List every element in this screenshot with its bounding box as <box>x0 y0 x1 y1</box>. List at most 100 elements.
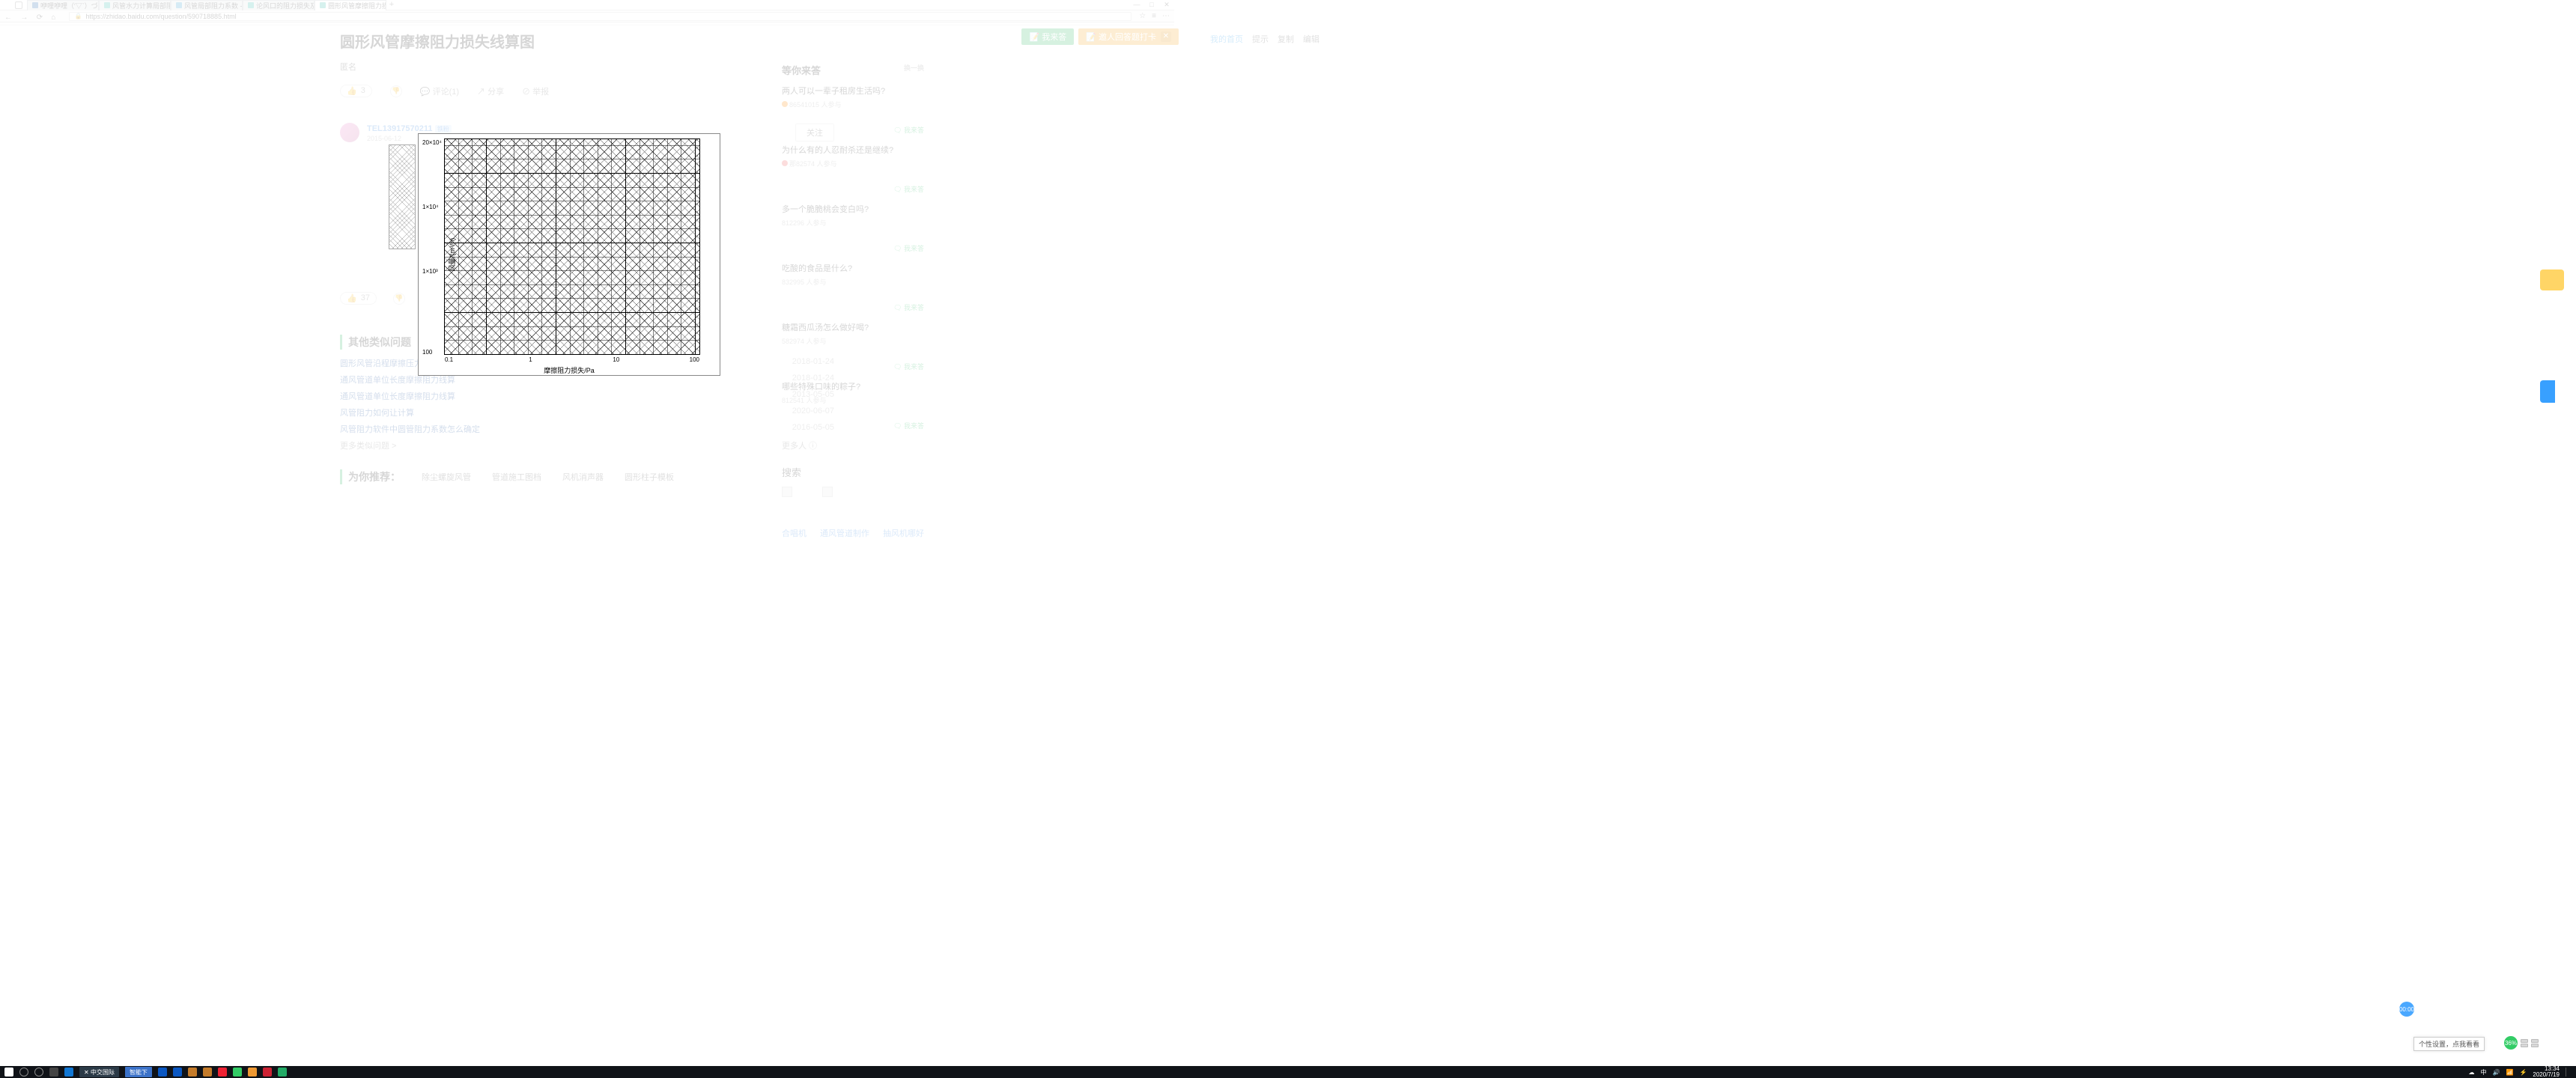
minimize-button[interactable]: — <box>1129 1 1144 9</box>
tab-4-active[interactable]: 圆形风管摩擦阻力损失× <box>315 0 386 10</box>
tray-power-icon[interactable]: ⚡ <box>2519 1069 2527 1076</box>
sidebar-q-title[interactable]: 两人可以一辈子租房生活吗? <box>782 85 924 97</box>
similar-item[interactable]: 通风管道单位长度摩擦阻力线算2013-05-05 <box>340 390 834 402</box>
favicon <box>176 2 182 8</box>
sidebar-q-answer[interactable]: 🗨 我来答 <box>893 184 924 194</box>
star-icon[interactable]: ☆ <box>1139 12 1146 20</box>
ext-icon[interactable]: ≡ <box>1152 12 1156 20</box>
sidebar-q-answer[interactable]: 🗨 我来答 <box>893 362 924 371</box>
forward-button[interactable]: → <box>20 13 28 22</box>
app-icon[interactable] <box>248 1068 257 1077</box>
maximize-button[interactable]: □ <box>1144 1 1159 9</box>
taskview-icon[interactable] <box>49 1068 58 1077</box>
sidebar-q-answer[interactable]: 🗨 我来答 <box>893 243 924 253</box>
tab-0[interactable]: 咿哩咿哩（′▽`）づ 千杯~× <box>27 0 99 10</box>
tab-title: 论风口的阻力损失及阻力系 <box>256 1 315 10</box>
tab-1[interactable]: 风管水力计算局部阻力系数× <box>99 0 171 10</box>
cortana-icon[interactable] <box>34 1068 43 1077</box>
timer-fab[interactable]: 00:00 <box>2399 1002 2414 1017</box>
answerer-tag: 铁粉 <box>435 125 452 133</box>
tray-volume-icon[interactable]: 🔊 <box>2493 1069 2500 1076</box>
search-icon[interactable] <box>19 1068 28 1077</box>
sidebar-q-count: 812296 人参与 <box>782 218 827 253</box>
tab-2[interactable]: 风管局部阻力系数 - 图文 - 百× <box>171 0 243 10</box>
sidebar-q-title[interactable]: 为什么有的人忍耐杀还是继续? <box>782 144 924 156</box>
new-tab-button[interactable]: + <box>386 0 397 10</box>
pill-yellow[interactable] <box>2540 270 2564 290</box>
comment-link[interactable]: 💬 评论(1) <box>420 85 459 97</box>
tray-network-icon[interactable]: 📶 <box>2506 1069 2513 1076</box>
thumbs-up-count: 3 <box>361 86 365 96</box>
sidebar-q-answer[interactable]: 🗨 我来答 <box>893 421 924 430</box>
tray-ime[interactable]: 中 <box>2481 1068 2487 1077</box>
topnav-edit[interactable]: 编辑 <box>1303 33 1319 45</box>
tag-link[interactable]: 合唱机 <box>782 527 806 539</box>
chart-modal[interactable]: 风量/(m³/h) 20×10⁴ 1×10⁴ 1×10³ 100 0.1 1 1… <box>418 133 720 376</box>
taskbar-tile[interactable]: 智能下 <box>125 1067 152 1077</box>
tag-link[interactable]: 通风管道制作 <box>820 527 869 539</box>
sidebar-refresh[interactable]: 换一换 <box>904 63 924 77</box>
rec-item[interactable]: 圆形柱子模板 <box>625 471 674 483</box>
sidebar-q-answer[interactable]: 🗨 我来答 <box>893 302 924 312</box>
tooltip[interactable]: 个性设置，点我看看 <box>2414 1037 2485 1051</box>
tray-icon[interactable]: ☁ <box>2469 1069 2475 1076</box>
most-answer-label: 匿名 <box>340 61 834 73</box>
topnav-tips[interactable]: 提示 <box>1252 33 1269 45</box>
thumb-icon[interactable] <box>822 487 833 497</box>
sidebar-q: 哪些特殊口味的粽子?812541 人参与🗨 我来答 <box>782 380 924 430</box>
dot-icon <box>782 101 788 107</box>
back-button[interactable]: ← <box>4 13 12 22</box>
answer-button[interactable]: 📝 我来答 <box>1021 28 1074 45</box>
app-icon[interactable] <box>278 1068 287 1077</box>
thumbs-up[interactable]: 👍37 <box>340 292 377 305</box>
start-button[interactable] <box>4 1068 13 1077</box>
app-icon[interactable] <box>218 1068 227 1077</box>
pill-blue[interactable] <box>2540 380 2555 403</box>
mail-icon[interactable] <box>173 1068 182 1077</box>
rec-item[interactable]: 管道施工图档 <box>492 471 541 483</box>
sidebar-q-title[interactable]: 吃酸的食品是什么? <box>782 262 924 274</box>
thumb-icon[interactable] <box>782 487 792 497</box>
topnav-home[interactable]: 我的首页 <box>1210 33 1243 45</box>
share-link[interactable]: ↗ 分享 <box>477 85 504 97</box>
similar-more[interactable]: 更多类似问题 > <box>340 439 834 451</box>
clock[interactable]: 13:34 2020/7/19 <box>2533 1066 2560 1078</box>
explorer-icon[interactable] <box>188 1068 197 1077</box>
tag-link[interactable]: 抽风机哪好 <box>883 527 924 539</box>
tab-3[interactable]: 论风口的阻力损失及阻力系× <box>243 0 315 10</box>
thumbs-up[interactable]: 👍3 <box>340 85 372 97</box>
invite-button[interactable]: 📝 邀人回答题打卡✕ <box>1078 28 1179 45</box>
address-field[interactable]: 🔒 https://zhidao.baidu.com/question/5907… <box>69 12 1131 21</box>
reload-button[interactable]: ⟳ <box>37 13 43 22</box>
taskbar-tile[interactable]: ✕ 中交国际 <box>79 1067 119 1077</box>
rec-item[interactable]: 除尘螺旋风管 <box>422 471 471 483</box>
show-desktop[interactable] <box>2566 1068 2570 1077</box>
sidebar-q: 糖霜西瓜汤怎么做好喝?582974 人参与🗨 我来答 <box>782 321 924 371</box>
home-button[interactable]: ⌂ <box>51 13 55 22</box>
report-link[interactable]: ⊘ 举报 <box>522 85 549 97</box>
sidebar-q-title[interactable]: 多一个脆脆桃会变白吗? <box>782 203 924 215</box>
close-button[interactable]: ✕ <box>1159 1 1174 9</box>
thumbs-down[interactable]: 👎 <box>393 293 405 305</box>
sidebar-more[interactable]: 更多人 ⓘ <box>782 439 924 451</box>
rec-item[interactable]: 风机消声器 <box>562 471 604 483</box>
sidebar-q-title[interactable]: 糖霜西瓜汤怎么做好喝? <box>782 321 924 333</box>
store-icon[interactable] <box>203 1068 212 1077</box>
menu-icon[interactable]: ⋯ <box>1162 12 1170 20</box>
sidebar-q-title[interactable]: 哪些特殊口味的粽子? <box>782 380 924 392</box>
edge-icon[interactable] <box>158 1068 167 1077</box>
close-icon[interactable]: ✕ <box>1161 31 1171 42</box>
app-icon[interactable] <box>263 1068 272 1077</box>
app-icon[interactable] <box>233 1068 242 1077</box>
answerer-name[interactable]: TEL13917570211 <box>367 124 432 133</box>
ytick: 1×10⁴ <box>422 204 438 210</box>
topnav-copy[interactable]: 复制 <box>1278 33 1294 45</box>
similar-item[interactable]: 风管阻力如何让计算2020-06-07 <box>340 406 834 418</box>
thumbs-down[interactable]: 👎 <box>390 85 402 97</box>
app-icon[interactable] <box>64 1068 73 1077</box>
sidebar-q-answer[interactable]: 🗨 我来答 <box>893 125 924 135</box>
security-badge[interactable]: 36% <box>2504 1036 2539 1050</box>
avatar[interactable] <box>340 123 359 142</box>
similar-item[interactable]: 风管阻力软件中圆管阻力系数怎么确定2016-05-05 <box>340 423 834 435</box>
rec-title: 为你推荐： <box>340 469 401 484</box>
